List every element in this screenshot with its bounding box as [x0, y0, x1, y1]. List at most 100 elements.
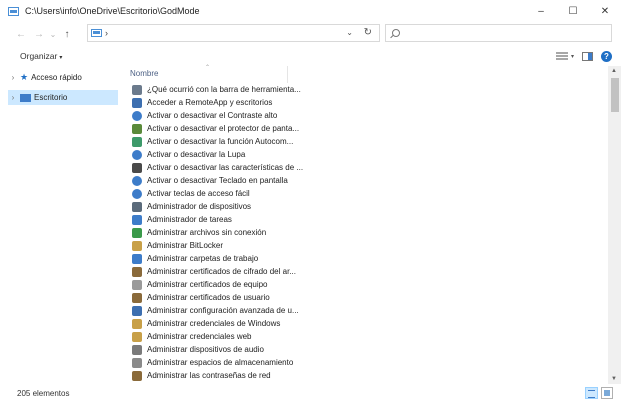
list-item[interactable]: Administrar configuración avanzada de u.… — [126, 304, 606, 317]
list-item-label: Administrar carpetas de trabajo — [147, 254, 259, 263]
list-item[interactable]: Administrar las contraseñas de red — [126, 369, 606, 382]
sidebar-item-quick-access[interactable]: › ★ Acceso rápido — [8, 70, 118, 85]
task-manager-icon — [132, 214, 142, 225]
recent-locations-button[interactable]: ⌄ — [48, 30, 58, 39]
storage-icon — [132, 357, 142, 368]
remoteapp-icon — [132, 97, 142, 108]
list-item[interactable]: Administrar BitLocker — [126, 239, 606, 252]
window-title: C:\Users\info\OneDrive\Escritorio\GodMod… — [25, 6, 200, 16]
list-item[interactable]: Administrar certificados de usuario — [126, 291, 606, 304]
list-item[interactable]: Acceder a RemoteApp y escritorios — [126, 96, 606, 109]
scrollbar-thumb[interactable] — [611, 78, 619, 112]
certificate-icon — [132, 266, 142, 277]
list-item[interactable]: Administrador de tareas — [126, 213, 606, 226]
refresh-button[interactable]: ↻ — [364, 27, 372, 38]
minimize-button[interactable]: – — [525, 0, 557, 22]
up-button[interactable]: ↑ — [60, 29, 74, 40]
autoplay-icon — [132, 136, 142, 147]
sidebar-item-label: Acceso rápido — [31, 73, 82, 82]
list-item[interactable]: Activar teclas de acceso fácil — [126, 187, 606, 200]
list-item-label: Acceder a RemoteApp y escritorios — [147, 98, 273, 107]
list-item[interactable]: Activar o desactivar la función Autocom.… — [126, 135, 606, 148]
certificate-icon — [132, 279, 142, 290]
taskbar-icon — [132, 84, 142, 95]
navigation-pane: › ★ Acceso rápido › Escritorio — [0, 66, 124, 382]
list-item-label: Administrar espacios de almacenamiento — [147, 358, 294, 367]
close-button[interactable]: ✕ — [589, 0, 621, 22]
preview-pane-icon[interactable] — [582, 51, 593, 61]
help-icon[interactable]: ? — [601, 50, 612, 62]
ease-of-access-icon — [132, 149, 142, 160]
details-view-icon[interactable] — [585, 387, 598, 399]
certificate-icon — [132, 292, 142, 303]
features-icon — [132, 162, 142, 173]
column-header-name[interactable]: ⌃ Nombre — [126, 65, 288, 83]
sidebar-item-label: Escritorio — [34, 93, 68, 102]
organize-label: Organizar — [20, 51, 58, 61]
sidebar-item-desktop[interactable]: › Escritorio — [8, 90, 118, 105]
status-bar: 205 elementos — [0, 385, 621, 401]
large-icons-view-icon[interactable] — [601, 387, 613, 399]
folder-window-icon — [8, 6, 19, 16]
forward-button[interactable]: → — [32, 29, 46, 40]
list-item-label: Activar o desactivar las características… — [147, 163, 304, 172]
address-input[interactable]: › ⌄ ↻ — [87, 24, 380, 42]
scroll-down-icon[interactable]: ▼ — [611, 376, 617, 382]
bitlocker-icon — [132, 240, 142, 251]
work-folders-icon — [132, 253, 142, 264]
list-item-label: Activar teclas de acceso fácil — [147, 189, 250, 198]
list-item[interactable]: Activar o desactivar Teclado en pantalla — [126, 174, 606, 187]
list-item[interactable]: Activar o desactivar el protector de pan… — [126, 122, 606, 135]
change-view-icon[interactable] — [555, 52, 568, 60]
maximize-button[interactable]: ☐ — [557, 0, 589, 22]
device-manager-icon — [132, 201, 142, 212]
list-item[interactable]: Administrar archivos sin conexión — [126, 226, 606, 239]
address-history-dropdown[interactable]: ⌄ — [346, 28, 353, 37]
list-item[interactable]: Administrar credenciales web — [126, 330, 606, 343]
network-icon — [132, 305, 142, 316]
address-bar-row: ← → ⌄ ↑ › ⌄ ↻ — [0, 24, 621, 44]
back-button[interactable]: ← — [14, 29, 28, 40]
view-options-dropdown[interactable]: ▾ — [571, 53, 574, 60]
list-item[interactable]: Administrar credenciales de Windows — [126, 317, 606, 330]
breadcrumb-chevron-icon[interactable]: › — [105, 28, 108, 38]
network-passwords-icon — [132, 370, 142, 381]
vertical-scrollbar[interactable]: ▲ ▼ — [608, 66, 621, 384]
command-bar: Organizar ▾ ▾ ? — [0, 48, 621, 64]
window-controls: – ☐ ✕ — [525, 0, 621, 22]
organize-button[interactable]: Organizar ▾ — [20, 51, 62, 61]
list-item-label: Administrar credenciales web — [147, 332, 252, 341]
scroll-up-icon[interactable]: ▲ — [611, 68, 617, 74]
credentials-icon — [132, 318, 142, 329]
list-item-label: Activar o desactivar la función Autocom.… — [147, 137, 294, 146]
list-item[interactable]: Activar o desactivar el Contraste alto — [126, 109, 606, 122]
file-list-view: ⌃ Nombre ¿Qué ocurrió con la barra de he… — [126, 65, 608, 382]
list-item[interactable]: Administrar certificados de equipo — [126, 278, 606, 291]
search-input[interactable] — [385, 24, 612, 42]
list-item-label: ¿Qué ocurrió con la barra de herramienta… — [147, 85, 301, 94]
list-item-label: Administrar certificados de equipo — [147, 280, 268, 289]
list-item[interactable]: Activar o desactivar la Lupa — [126, 148, 606, 161]
ease-of-access-icon — [132, 188, 142, 199]
list-item-label: Administrar las contraseñas de red — [147, 371, 271, 380]
list-item-label: Activar o desactivar Teclado en pantalla — [147, 176, 288, 185]
list-item[interactable]: ¿Qué ocurrió con la barra de herramienta… — [126, 83, 606, 96]
list-item[interactable]: Administrar dispositivos de audio — [126, 343, 606, 356]
list-item-label: Administrador de dispositivos — [147, 202, 252, 211]
list-item[interactable]: Administrar carpetas de trabajo — [126, 252, 606, 265]
list-item[interactable]: Administrar certificados de cifrado del … — [126, 265, 606, 278]
list-item[interactable]: Administrador de dispositivos — [126, 200, 606, 213]
screensaver-icon — [132, 123, 142, 134]
star-icon: ★ — [20, 72, 29, 82]
item-count: 205 elementos — [17, 388, 70, 398]
list-item-label: Administrar certificados de usuario — [147, 293, 270, 302]
expand-chevron-icon[interactable]: › — [8, 93, 18, 102]
list-item-label: Administrar certificados de cifrado del … — [147, 267, 296, 276]
expand-chevron-icon[interactable]: › — [8, 73, 18, 82]
folder-location-icon — [91, 29, 102, 37]
list-item-label: Administrar credenciales de Windows — [147, 319, 281, 328]
credentials-icon — [132, 331, 142, 342]
file-list: ¿Qué ocurrió con la barra de herramienta… — [126, 83, 606, 382]
list-item[interactable]: Administrar espacios de almacenamiento — [126, 356, 606, 369]
list-item[interactable]: Activar o desactivar las características… — [126, 161, 606, 174]
